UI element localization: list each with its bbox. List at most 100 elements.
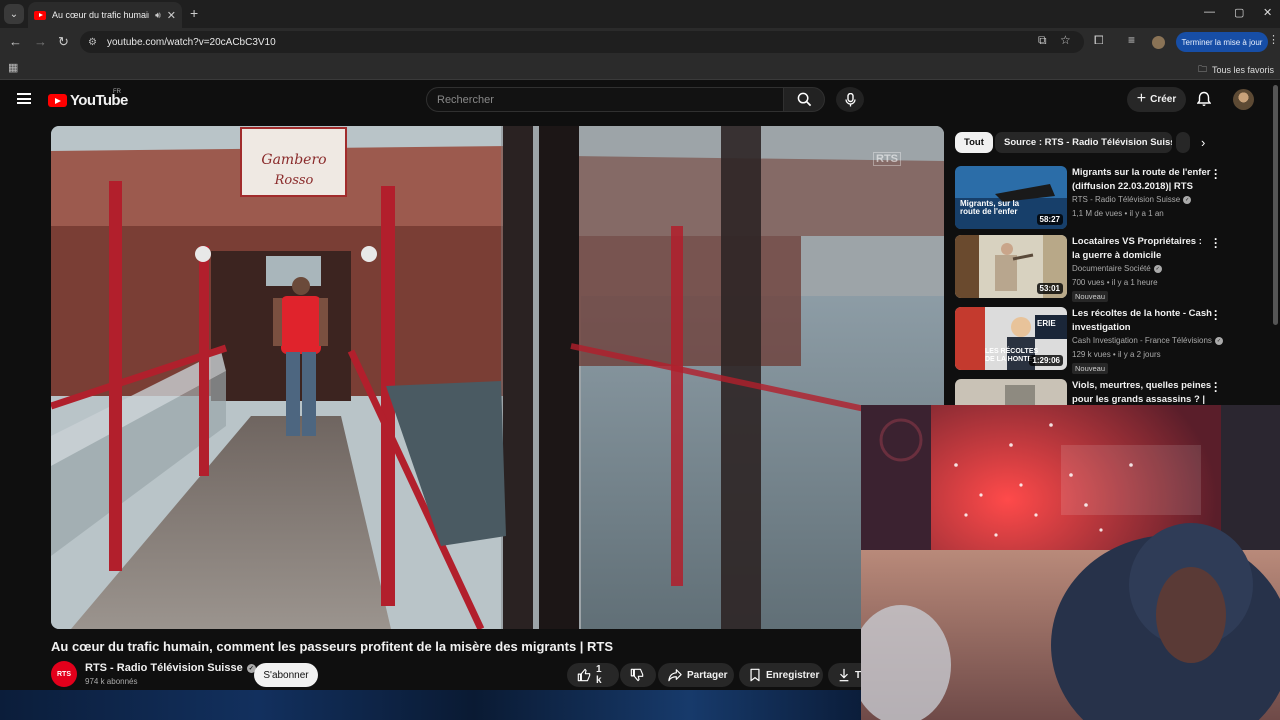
background-window-strip [0,690,861,720]
thumbnail-sign-text: ERIE [1037,319,1056,328]
search-button[interactable] [783,87,825,112]
more-options-icon[interactable]: · · · [1214,379,1218,397]
profile-avatar-icon[interactable] [1152,36,1165,49]
recommendation-title[interactable]: Viols, meurtres, quelles peines pour les… [1072,379,1212,405]
share-label: Partager [687,669,728,681]
like-count: 1 k [596,664,602,686]
more-options-icon[interactable]: · · · [1214,164,1218,184]
all-bookmarks-label: Tous les favoris [1211,65,1274,75]
youtube-favicon-icon [34,10,46,20]
address-bar[interactable]: ⚙ youtube.com/watch?v=20cACbC3V10 [80,31,1084,53]
apps-grid-icon[interactable]: ▦ [8,61,18,74]
subscribe-button[interactable]: S'abonner [254,663,318,687]
channel-name: Documentaire Société [1072,264,1151,273]
recommendation-item[interactable]: ERIE LES RÉCOLTES DE LA HONTE 1:29:06 Le… [955,305,1273,374]
search-input[interactable] [426,87,784,112]
chip-all[interactable]: Tout [955,132,993,153]
more-options-icon[interactable]: · · · [1214,233,1218,253]
recommendation-meta: 129 k vues • il y a 2 jours [1072,350,1161,359]
thumbnail-image [955,379,1067,405]
recommendation-item[interactable]: Viols, meurtres, quelles peines pour les… [955,379,1273,405]
video-frame-scene: Gambero Rosso [51,126,944,629]
chip-truncated[interactable] [1176,132,1190,153]
recommendation-item[interactable]: 53:01 Locataires VS Propriétaires : la g… [955,233,1273,302]
microphone-icon [844,92,856,106]
extensions-puzzle-icon[interactable]: ⧠ [1094,33,1104,48]
recommendation-channel[interactable]: Documentaire Société ✓ [1072,264,1162,273]
save-button[interactable]: Enregistrer [739,663,823,687]
video-thumbnail[interactable]: 53:01 [955,235,1067,298]
browser-tab-active[interactable]: Au cœur du trafic humain, comm 🔊︎ ✕ [28,2,182,28]
like-button[interactable]: 1 k [567,663,619,687]
recommendation-meta: 1,1 M de vues • il y a 1 an [1072,209,1164,218]
channel-name-link[interactable]: RTS - Radio Télévision Suisse ✓ [85,662,256,674]
close-tab-icon[interactable]: ✕ [167,9,176,22]
webcam-overlay [861,405,1280,720]
youtube-header: YouTube FR + Créer [0,80,1280,120]
thumbs-down-icon [630,668,644,682]
svg-text:Gambero: Gambero [261,152,326,168]
webcam-feed-image [861,405,1280,720]
bookmarks-bar: ▦ 🗀︎ Tous les favoris [0,56,1280,80]
thumbnail-caption: Migrants, sur la route de l'enfer [960,199,1020,216]
recommendation-title[interactable]: Migrants sur la route de l'enfer (diffus… [1072,166,1212,193]
create-label: Créer [1150,94,1177,105]
video-thumbnail[interactable]: ERIE LES RÉCOLTES DE LA HONTE 1:29:06 [955,307,1067,370]
video-thumbnail[interactable] [955,379,1067,405]
new-tab-plus-icon[interactable]: + [190,5,198,21]
url-text: youtube.com/watch?v=20cACbC3V10 [106,36,276,48]
site-info-icon[interactable]: ⚙ [88,37,97,48]
download-button[interactable]: Té [828,663,867,687]
svg-text:Rosso: Rosso [274,173,314,188]
chevron-right-icon[interactable]: › [1201,135,1205,150]
back-arrow-icon[interactable]: ← [9,34,22,49]
channel-name: Cash Investigation - France Télévisions [1072,336,1212,345]
cast-icon[interactable]: ⧉ [1038,33,1047,48]
video-thumbnail[interactable]: Migrants, sur la route de l'enfer 58:27 [955,166,1067,229]
video-player[interactable]: Gambero Rosso RTS [51,126,944,629]
search-icon [797,92,811,107]
search-box [426,87,826,112]
channel-avatar[interactable]: RTS [51,661,77,687]
browser-toolbar: ← → ↻ ⚙ youtube.com/watch?v=20cACbC3V10 … [0,28,1280,56]
close-window-icon[interactable]: ✕ [1263,6,1272,19]
more-options-icon[interactable]: · · · [1214,305,1218,325]
browser-tab-bar: ⌄ Au cœur du trafic humain, comm 🔊︎ ✕ + … [0,0,1280,28]
recommendation-item[interactable]: Migrants, sur la route de l'enfer 58:27 … [955,164,1273,229]
download-icon [839,668,849,682]
recommendation-channel[interactable]: Cash Investigation - France Télévisions … [1072,336,1223,345]
recommendation-title[interactable]: Locataires VS Propriétaires : la guerre … [1072,235,1212,262]
maximize-icon[interactable]: ▢ [1234,6,1244,19]
browser-menu-icon[interactable]: ⋮ [1268,33,1279,46]
recommendation-title[interactable]: Les récoltes de la honte - Cash investig… [1072,307,1212,334]
channel-name: RTS - Radio Télévision Suisse [85,662,243,674]
voice-search-button[interactable] [836,87,864,112]
new-badge: Nouveau [1072,291,1109,302]
create-button[interactable]: + Créer [1127,87,1186,112]
bookmark-star-icon[interactable]: ☆ [1060,33,1071,47]
recommendation-channel[interactable]: RTS - Radio Télévision Suisse ✓ [1072,195,1192,204]
hamburger-menu-icon[interactable] [17,93,31,104]
all-bookmarks-link[interactable]: 🗀︎ Tous les favoris [1198,62,1274,78]
verified-check-icon: ✓ [1153,264,1162,273]
new-badge: Nouveau [1072,363,1109,374]
channel-name: RTS - Radio Télévision Suisse [1072,195,1181,204]
audio-playing-icon[interactable]: 🔊︎ [155,10,161,21]
minimize-icon[interactable]: — [1204,6,1215,18]
chip-source-rts[interactable]: Source : RTS - Radio Télévision Suisse [995,132,1172,153]
video-duration: 1:29:06 [1029,355,1063,366]
notifications-bell-icon[interactable] [1197,91,1211,107]
share-button[interactable]: Partager [658,663,734,687]
account-avatar[interactable] [1233,89,1254,110]
page-scrollbar[interactable] [1273,85,1278,325]
update-browser-button[interactable]: Terminer la mise à jour [1176,32,1268,52]
recommendation-meta: 700 vues • il y a 1 heure [1072,278,1158,287]
reload-icon[interactable]: ↻ [58,34,69,50]
forward-arrow-icon[interactable]: → [34,34,47,49]
reading-list-icon[interactable]: ≡ [1128,33,1135,47]
tab-search-chevron-icon[interactable]: ⌄ [4,4,24,24]
save-label: Enregistrer [766,669,820,681]
thumbs-up-icon [577,668,591,682]
bookmark-save-icon [750,668,760,682]
dislike-button[interactable] [620,663,656,687]
